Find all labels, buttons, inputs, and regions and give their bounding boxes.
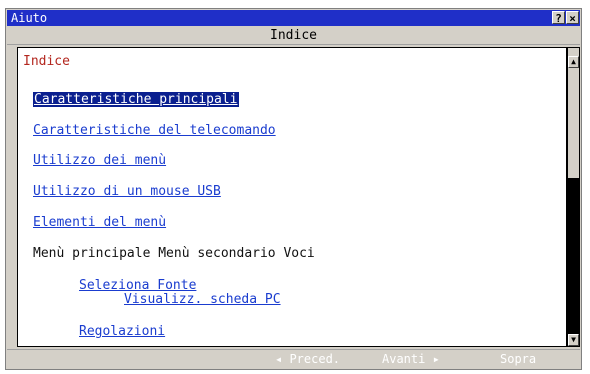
menu-table-header: Menù principale Menù secondario Voci bbox=[33, 246, 315, 261]
link-main-features[interactable]: Caratteristiche principali bbox=[33, 92, 239, 108]
link-label[interactable]: Caratteristiche principali bbox=[33, 92, 239, 107]
link-adjustments[interactable]: Regolazioni bbox=[79, 324, 165, 340]
link-remote-features[interactable]: Caratteristiche del telecomando bbox=[33, 123, 276, 139]
window-title: Aiuto bbox=[11, 11, 48, 25]
help-content: Indice Caratteristiche principali Caratt… bbox=[17, 47, 567, 347]
prev-button[interactable]: ◂ Preced. bbox=[275, 352, 340, 366]
vertical-scrollbar[interactable]: ▲ ▼ bbox=[567, 47, 580, 347]
link-using-menus[interactable]: Utilizzo dei menù bbox=[33, 153, 166, 169]
link-usb-mouse[interactable]: Utilizzo di un mouse USB bbox=[33, 184, 221, 200]
top-button[interactable]: Sopra bbox=[500, 352, 536, 366]
content-heading: Indice bbox=[23, 54, 70, 69]
scroll-down-icon[interactable]: ▼ bbox=[568, 334, 579, 346]
link-pc-card-viewer[interactable]: Visualizz. scheda PC bbox=[124, 292, 281, 308]
title-bar: Aiuto ? × bbox=[7, 10, 580, 26]
close-button[interactable]: × bbox=[566, 11, 579, 25]
scroll-thumb[interactable] bbox=[568, 178, 579, 334]
page-title: Indice bbox=[7, 27, 580, 45]
next-button[interactable]: Avanti ▸ bbox=[382, 352, 440, 366]
link-menu-elements[interactable]: Elementi del menù bbox=[33, 215, 166, 231]
navigation-bar: ◂ Preced. Avanti ▸ Sopra bbox=[7, 349, 580, 369]
help-window: Aiuto ? × Indice Indice Caratteristiche … bbox=[5, 8, 582, 370]
scroll-up-icon[interactable]: ▲ bbox=[568, 56, 579, 68]
help-button[interactable]: ? bbox=[552, 11, 565, 25]
